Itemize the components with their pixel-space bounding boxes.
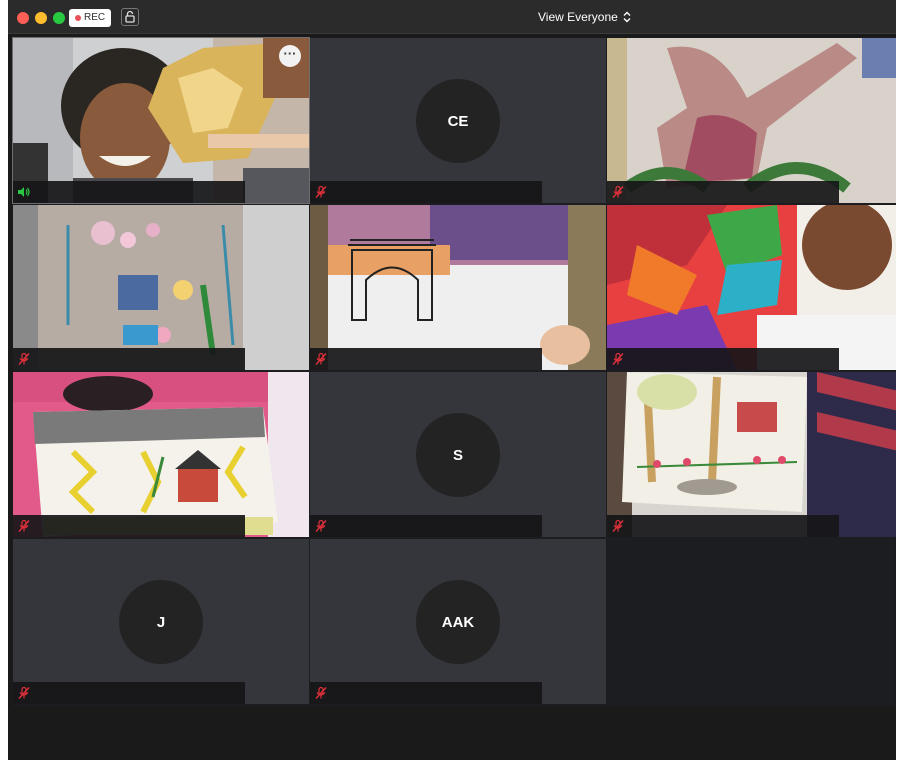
- participant-name-bar: [310, 682, 542, 704]
- muted-mic-icon: [18, 352, 30, 365]
- participant-grid: ··· CE S J AAK: [12, 37, 896, 706]
- title-bar: REC View Everyone: [8, 0, 896, 34]
- participant-video-figure-painting: [607, 38, 896, 203]
- muted-mic-icon: [315, 185, 327, 198]
- recording-dot-icon: [75, 15, 81, 21]
- participant-name-bar: [607, 515, 839, 537]
- participant-tile[interactable]: [607, 205, 896, 370]
- participant-video-trees-drawing: [607, 372, 896, 537]
- zoom-window: REC View Everyone ··· CE S J AAK: [8, 0, 896, 760]
- muted-mic-icon: [18, 519, 30, 532]
- muted-mic-icon: [315, 519, 327, 532]
- participant-tile[interactable]: [607, 372, 896, 537]
- participant-avatar: S: [416, 413, 500, 497]
- participant-video-flower-collage: [13, 205, 309, 370]
- meeting-lock-button[interactable]: [121, 8, 139, 26]
- more-options-button[interactable]: ···: [279, 45, 301, 67]
- muted-mic-icon: [612, 519, 624, 532]
- participant-avatar: AAK: [416, 580, 500, 664]
- close-window-button[interactable]: [17, 12, 29, 24]
- participant-name-bar: [13, 515, 245, 537]
- participant-tile[interactable]: J: [13, 539, 309, 704]
- updown-chevron-icon: [623, 11, 631, 23]
- participant-name-bar: [607, 348, 839, 370]
- muted-mic-icon: [315, 352, 327, 365]
- participant-tile[interactable]: [607, 38, 896, 203]
- view-everyone-button[interactable]: View Everyone: [538, 9, 631, 25]
- participant-tile[interactable]: AAK: [310, 539, 606, 704]
- muted-mic-icon: [18, 686, 30, 699]
- participant-tile[interactable]: ···: [12, 37, 310, 204]
- participant-video-house-sketch: [13, 372, 309, 537]
- participant-tile[interactable]: [13, 372, 309, 537]
- maximize-window-button[interactable]: [53, 12, 65, 24]
- participant-name-bar: [13, 181, 245, 203]
- participant-tile[interactable]: S: [310, 372, 606, 537]
- participant-name-bar: [607, 181, 839, 203]
- participant-video-colorful-painting: [607, 205, 896, 370]
- participant-tile[interactable]: [310, 205, 606, 370]
- participant-avatar: J: [119, 580, 203, 664]
- participant-tile[interactable]: CE: [310, 38, 606, 203]
- muted-mic-icon: [612, 352, 624, 365]
- minimize-window-button[interactable]: [35, 12, 47, 24]
- participant-name-bar: [310, 348, 542, 370]
- participant-avatar: CE: [416, 79, 500, 163]
- participant-video-crown: [13, 38, 309, 203]
- participant-name-bar: [310, 515, 542, 537]
- participant-name-bar: [310, 181, 542, 203]
- participant-name-bar: [13, 682, 245, 704]
- recording-badge: REC: [69, 9, 111, 27]
- view-everyone-label: View Everyone: [538, 10, 618, 24]
- muted-mic-icon: [612, 185, 624, 198]
- participant-tile[interactable]: [13, 205, 309, 370]
- participant-name-bar: [13, 348, 245, 370]
- muted-mic-icon: [315, 686, 327, 699]
- participant-video-arch-drawing: [310, 205, 606, 370]
- lock-icon: [125, 10, 135, 23]
- speaking-mic-icon: [18, 187, 30, 197]
- recording-label: REC: [84, 12, 106, 23]
